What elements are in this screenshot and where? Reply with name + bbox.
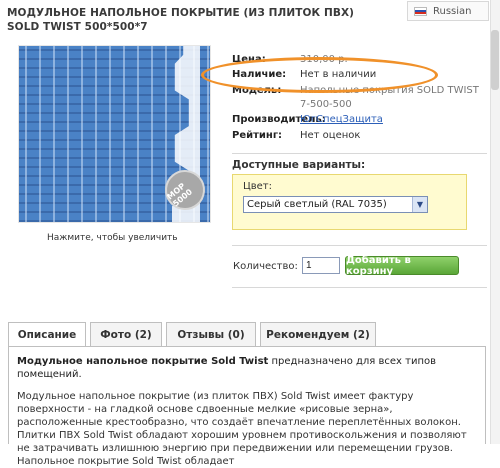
tab-reviews[interactable]: Отзывы (0) xyxy=(166,322,256,346)
language-label: Russian xyxy=(433,5,472,17)
rating-label: Рейтинг: xyxy=(232,130,283,141)
zoom-caption[interactable]: Нажмите, чтобы увеличить xyxy=(47,233,178,243)
russia-flag-icon xyxy=(414,6,427,16)
color-label: Цвет: xyxy=(243,181,273,192)
tab-description[interactable]: Описание xyxy=(8,322,86,347)
variants-title: Доступные варианты: xyxy=(232,159,366,171)
color-select[interactable]: Серый светлый (RAL 7035) ▼ xyxy=(243,196,428,213)
manufacturer-label: Производитель: xyxy=(232,114,326,125)
chevron-down-icon[interactable]: ▼ xyxy=(412,197,427,212)
variants-panel: Цвет: Серый светлый (RAL 7035) ▼ xyxy=(232,174,467,230)
stock-highlight-annotation xyxy=(201,57,438,93)
color-selected-value: Серый светлый (RAL 7035) xyxy=(247,199,387,210)
description-intro-bold: Модульное напольное покрытие Sold Twist xyxy=(17,356,269,367)
divider-bottom xyxy=(232,287,487,288)
manufacturer-link[interactable]: ЮгСпецЗащита xyxy=(300,114,383,125)
scrollbar-thumb[interactable] xyxy=(491,30,499,90)
description-panel: Модульное напольное покрытие Sold Twist … xyxy=(8,346,486,467)
tab-recommended[interactable]: Рекомендуем (2) xyxy=(260,322,376,346)
page-scrollbar[interactable] xyxy=(490,0,500,444)
manufacturer-row: Производитель: ЮгСпецЗащита xyxy=(232,113,490,128)
divider-top xyxy=(232,153,487,154)
tab-photos[interactable]: Фото (2) xyxy=(90,322,162,346)
add-to-cart-button[interactable]: Добавить в корзину xyxy=(345,255,459,277)
product-title: МОДУЛЬНОЕ НАПОЛЬНОЕ ПОКРЫТИЕ (ИЗ ПЛИТОК … xyxy=(7,7,355,33)
description-intro: Модульное напольное покрытие Sold Twist … xyxy=(17,355,477,381)
divider-middle xyxy=(232,245,487,246)
description-body: Модульное напольное покрытие (из плиток … xyxy=(17,391,467,467)
rating-value: Нет оценок xyxy=(300,130,361,141)
language-selector[interactable]: Russian xyxy=(407,1,489,21)
quantity-label: Количество: xyxy=(233,261,298,272)
quantity-input[interactable] xyxy=(302,257,340,274)
product-tabs: Описание Фото (2) Отзывы (0) Рекомендуем… xyxy=(8,322,380,347)
rating-row: Рейтинг: Нет оценок xyxy=(232,129,490,144)
